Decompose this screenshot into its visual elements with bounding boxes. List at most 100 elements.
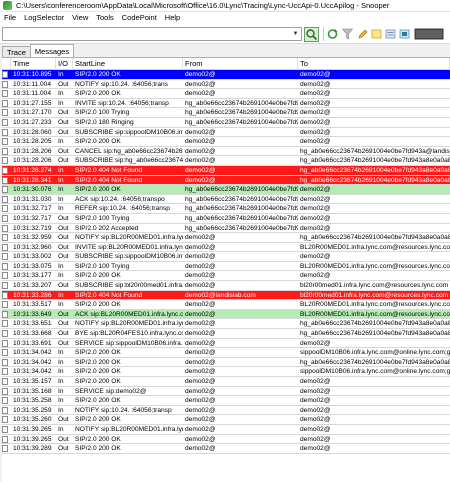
column-header-time[interactable]: Time bbox=[11, 58, 56, 70]
row-selector[interactable] bbox=[2, 397, 8, 405]
table-row[interactable]: 10:31:32.717 Out SIP/2.0 100 Trying hg_ab0e… bbox=[2, 213, 450, 224]
table-row[interactable]: 10:31:39.289 Out SIP/2.0 200 OK demo02@ demo… bbox=[2, 444, 450, 454]
table-row[interactable]: 10:31:28.206 Out SUBSCRIBE sip:hg_ab0e66cc… bbox=[2, 156, 450, 166]
table-row[interactable]: 10:31:28.205 In SIP/2.0 200 OK demo02@ demo0… bbox=[2, 137, 450, 147]
table-row[interactable]: 10:31:10.895 In SIP/2.0 200 OK demo02@ demo0… bbox=[2, 70, 450, 80]
table-row[interactable]: 10:31:34.042 In SIP/2.0 200 OK demo02@ sippo… bbox=[2, 348, 450, 358]
row-selector[interactable] bbox=[2, 320, 8, 328]
table-row[interactable]: 10:31:33.177 In SIP/2.0 200 OK demo02@ demo0… bbox=[2, 271, 450, 282]
row-selector[interactable] bbox=[2, 205, 8, 213]
menu-file[interactable]: File bbox=[0, 12, 20, 24]
row-selector[interactable] bbox=[2, 435, 8, 443]
table-row[interactable]: 10:31:33.207 Out SUBSCRIBE sip:bl20r00med0… bbox=[2, 281, 450, 291]
column-header-to[interactable]: To bbox=[298, 58, 450, 70]
tab-messages[interactable]: Messages bbox=[29, 44, 75, 57]
row-selector[interactable] bbox=[2, 291, 8, 299]
menu-tools[interactable]: Tools bbox=[92, 12, 118, 24]
menu-codepoint[interactable]: CodePoint bbox=[118, 12, 161, 24]
messages-grid[interactable]: Time I/O StartLine From To 10:31:10.895 I… bbox=[2, 57, 450, 482]
filter-icon[interactable] bbox=[342, 28, 353, 40]
table-row[interactable]: 10:31:33.668 Out BYE sip:BL20R04FES10.infr… bbox=[2, 329, 450, 339]
row-selector[interactable] bbox=[2, 90, 8, 98]
row-selector[interactable] bbox=[2, 128, 8, 136]
row-selector[interactable] bbox=[2, 195, 8, 203]
row-selector[interactable] bbox=[2, 109, 8, 117]
row-selector[interactable] bbox=[2, 157, 8, 165]
row-selector[interactable] bbox=[2, 387, 8, 395]
row-selector[interactable] bbox=[2, 339, 8, 347]
table-row[interactable]: 10:31:35.157 In SIP/2.0 200 OK demo02@ demo0… bbox=[2, 377, 450, 387]
row-selector[interactable] bbox=[2, 166, 8, 174]
row-selector[interactable] bbox=[2, 224, 8, 232]
table-row[interactable]: 10:31:31.030 In ACK sip:10.24. :64056;tran… bbox=[2, 194, 450, 205]
table-row[interactable]: 10:31:32.717 In REFER sip:10.24. :64056;tr… bbox=[2, 204, 450, 214]
table-row[interactable]: 10:31:39.265 In NOTIFY sip:BL20R00MED01.in… bbox=[2, 424, 450, 435]
options-icon[interactable] bbox=[399, 28, 410, 40]
chevron-down-icon[interactable]: ▼ bbox=[291, 29, 300, 39]
row-selector[interactable] bbox=[2, 349, 8, 357]
row-selector[interactable] bbox=[2, 234, 8, 242]
row-selector[interactable] bbox=[2, 253, 8, 261]
table-row[interactable]: 10:31:33.075 In SIP/2.0 100 Trying demo02@ B… bbox=[2, 261, 450, 272]
row-selector[interactable] bbox=[2, 368, 8, 376]
highlight-icon[interactable] bbox=[371, 28, 382, 40]
menu-view[interactable]: View bbox=[68, 12, 92, 24]
menu-logselector[interactable]: LogSelector bbox=[20, 12, 68, 24]
row-selector[interactable] bbox=[2, 214, 8, 222]
tab-trace[interactable]: Trace bbox=[2, 46, 31, 57]
table-row[interactable]: 10:31:39.265 Out SIP/2.0 200 OK demo02@ demo… bbox=[2, 434, 450, 445]
table-row[interactable]: 10:31:33.649 Out ACK sip:BL20R00MED01.infr… bbox=[2, 309, 450, 320]
row-selector[interactable] bbox=[2, 243, 8, 251]
table-row[interactable]: 10:31:30.076 In SIP/2.0 200 OK hg_ab0e66cc2… bbox=[2, 185, 450, 195]
table-row[interactable]: 10:31:28.206 Out CANCEL sip:hg_ab0e66cc236… bbox=[2, 146, 450, 157]
list-icon[interactable] bbox=[385, 28, 396, 40]
table-row[interactable]: 10:31:34.042 In SIP/2.0 200 OK demo02@ sippo… bbox=[2, 367, 450, 377]
table-row[interactable]: 10:31:32.719 Out SIP/2.0 202 Accepted hg_ab… bbox=[2, 223, 450, 234]
table-row[interactable]: 10:31:33.002 Out SUBSCRIBE sip:sippoolDM10… bbox=[2, 252, 450, 262]
table-row[interactable]: 10:31:32.960 Out INVITE sip:BL20R00MED01.i… bbox=[2, 242, 450, 253]
table-row[interactable]: 10:31:35.259 In NOTIFY sip:10.24. :64056;t… bbox=[2, 405, 450, 416]
table-row[interactable]: 10:31:33.286 In SIP/2.0 404 Not Found demo0… bbox=[2, 290, 450, 301]
row-selector[interactable] bbox=[2, 186, 8, 194]
row-selector[interactable] bbox=[2, 378, 8, 385]
table-row[interactable]: 10:31:27.155 In INVITE sip:10.24. :64056;t… bbox=[2, 98, 450, 109]
table-row[interactable]: 10:31:35.168 In SERVICE sip:demo02@ demo02@… bbox=[2, 386, 450, 397]
row-selector[interactable] bbox=[2, 358, 8, 366]
table-row[interactable]: 10:31:28.341 In SIP/2.0 404 Not Found demo0… bbox=[2, 175, 450, 186]
search-button[interactable] bbox=[304, 27, 319, 42]
table-row[interactable]: 10:31:28.060 Out SUBSCRIBE sip:sippoolDM10… bbox=[2, 127, 450, 138]
row-selector[interactable] bbox=[2, 445, 8, 453]
table-row[interactable]: 10:31:34.042 In SIP/2.0 200 OK demo02@ hg_ab… bbox=[2, 357, 450, 368]
table-row[interactable]: 10:31:11.004 In SIP/2.0 200 OK demo02@ demo0… bbox=[2, 89, 450, 99]
row-selector[interactable] bbox=[2, 330, 8, 338]
table-row[interactable]: 10:31:28.274 In SIP/2.0 404 Not Found demo0… bbox=[2, 165, 450, 176]
table-row[interactable]: 10:31:35.260 Out SIP/2.0 200 OK demo02@ demo… bbox=[2, 415, 450, 425]
row-selector[interactable] bbox=[2, 282, 8, 290]
menu-help[interactable]: Help bbox=[161, 12, 184, 24]
table-row[interactable]: 10:31:33.651 Out NOTIFY sip:BL20R00MED01.i… bbox=[2, 319, 450, 330]
row-selector[interactable] bbox=[2, 262, 8, 270]
row-selector[interactable] bbox=[2, 272, 8, 280]
row-selector[interactable] bbox=[2, 301, 8, 309]
row-selector[interactable] bbox=[2, 176, 8, 184]
refresh-icon[interactable] bbox=[327, 28, 338, 40]
table-row[interactable]: 10:31:35.258 In SIP/2.0 200 OK demo02@ demo0… bbox=[2, 396, 450, 406]
row-selector[interactable] bbox=[2, 416, 8, 424]
table-row[interactable]: 10:31:11.004 Out NOTIFY sip:10.24. :64056;… bbox=[2, 79, 450, 90]
column-header-from[interactable]: From bbox=[183, 58, 298, 70]
table-row[interactable]: 10:31:27.233 Out SIP/2.0 180 Ringing hg_ab0… bbox=[2, 117, 450, 128]
show-icon[interactable] bbox=[414, 28, 444, 40]
row-selector[interactable] bbox=[2, 80, 8, 88]
table-row[interactable]: 10:31:33.517 In SIP/2.0 200 OK demo02@ BL20R… bbox=[2, 300, 450, 310]
row-selector[interactable] bbox=[2, 147, 8, 155]
search-combo[interactable]: ▼ bbox=[2, 27, 302, 41]
row-selector[interactable] bbox=[2, 138, 8, 146]
column-header-io[interactable]: I/O bbox=[56, 58, 73, 70]
row-selector[interactable] bbox=[2, 425, 8, 433]
row-selector[interactable] bbox=[2, 71, 8, 78]
row-selector[interactable] bbox=[2, 118, 8, 126]
row-selector[interactable] bbox=[2, 310, 8, 318]
row-selector[interactable] bbox=[2, 99, 8, 107]
column-header-startline[interactable]: StartLine bbox=[73, 58, 183, 70]
table-row[interactable]: 10:31:27.170 Out SIP/2.0 100 Trying hg_ab0e… bbox=[2, 108, 450, 118]
